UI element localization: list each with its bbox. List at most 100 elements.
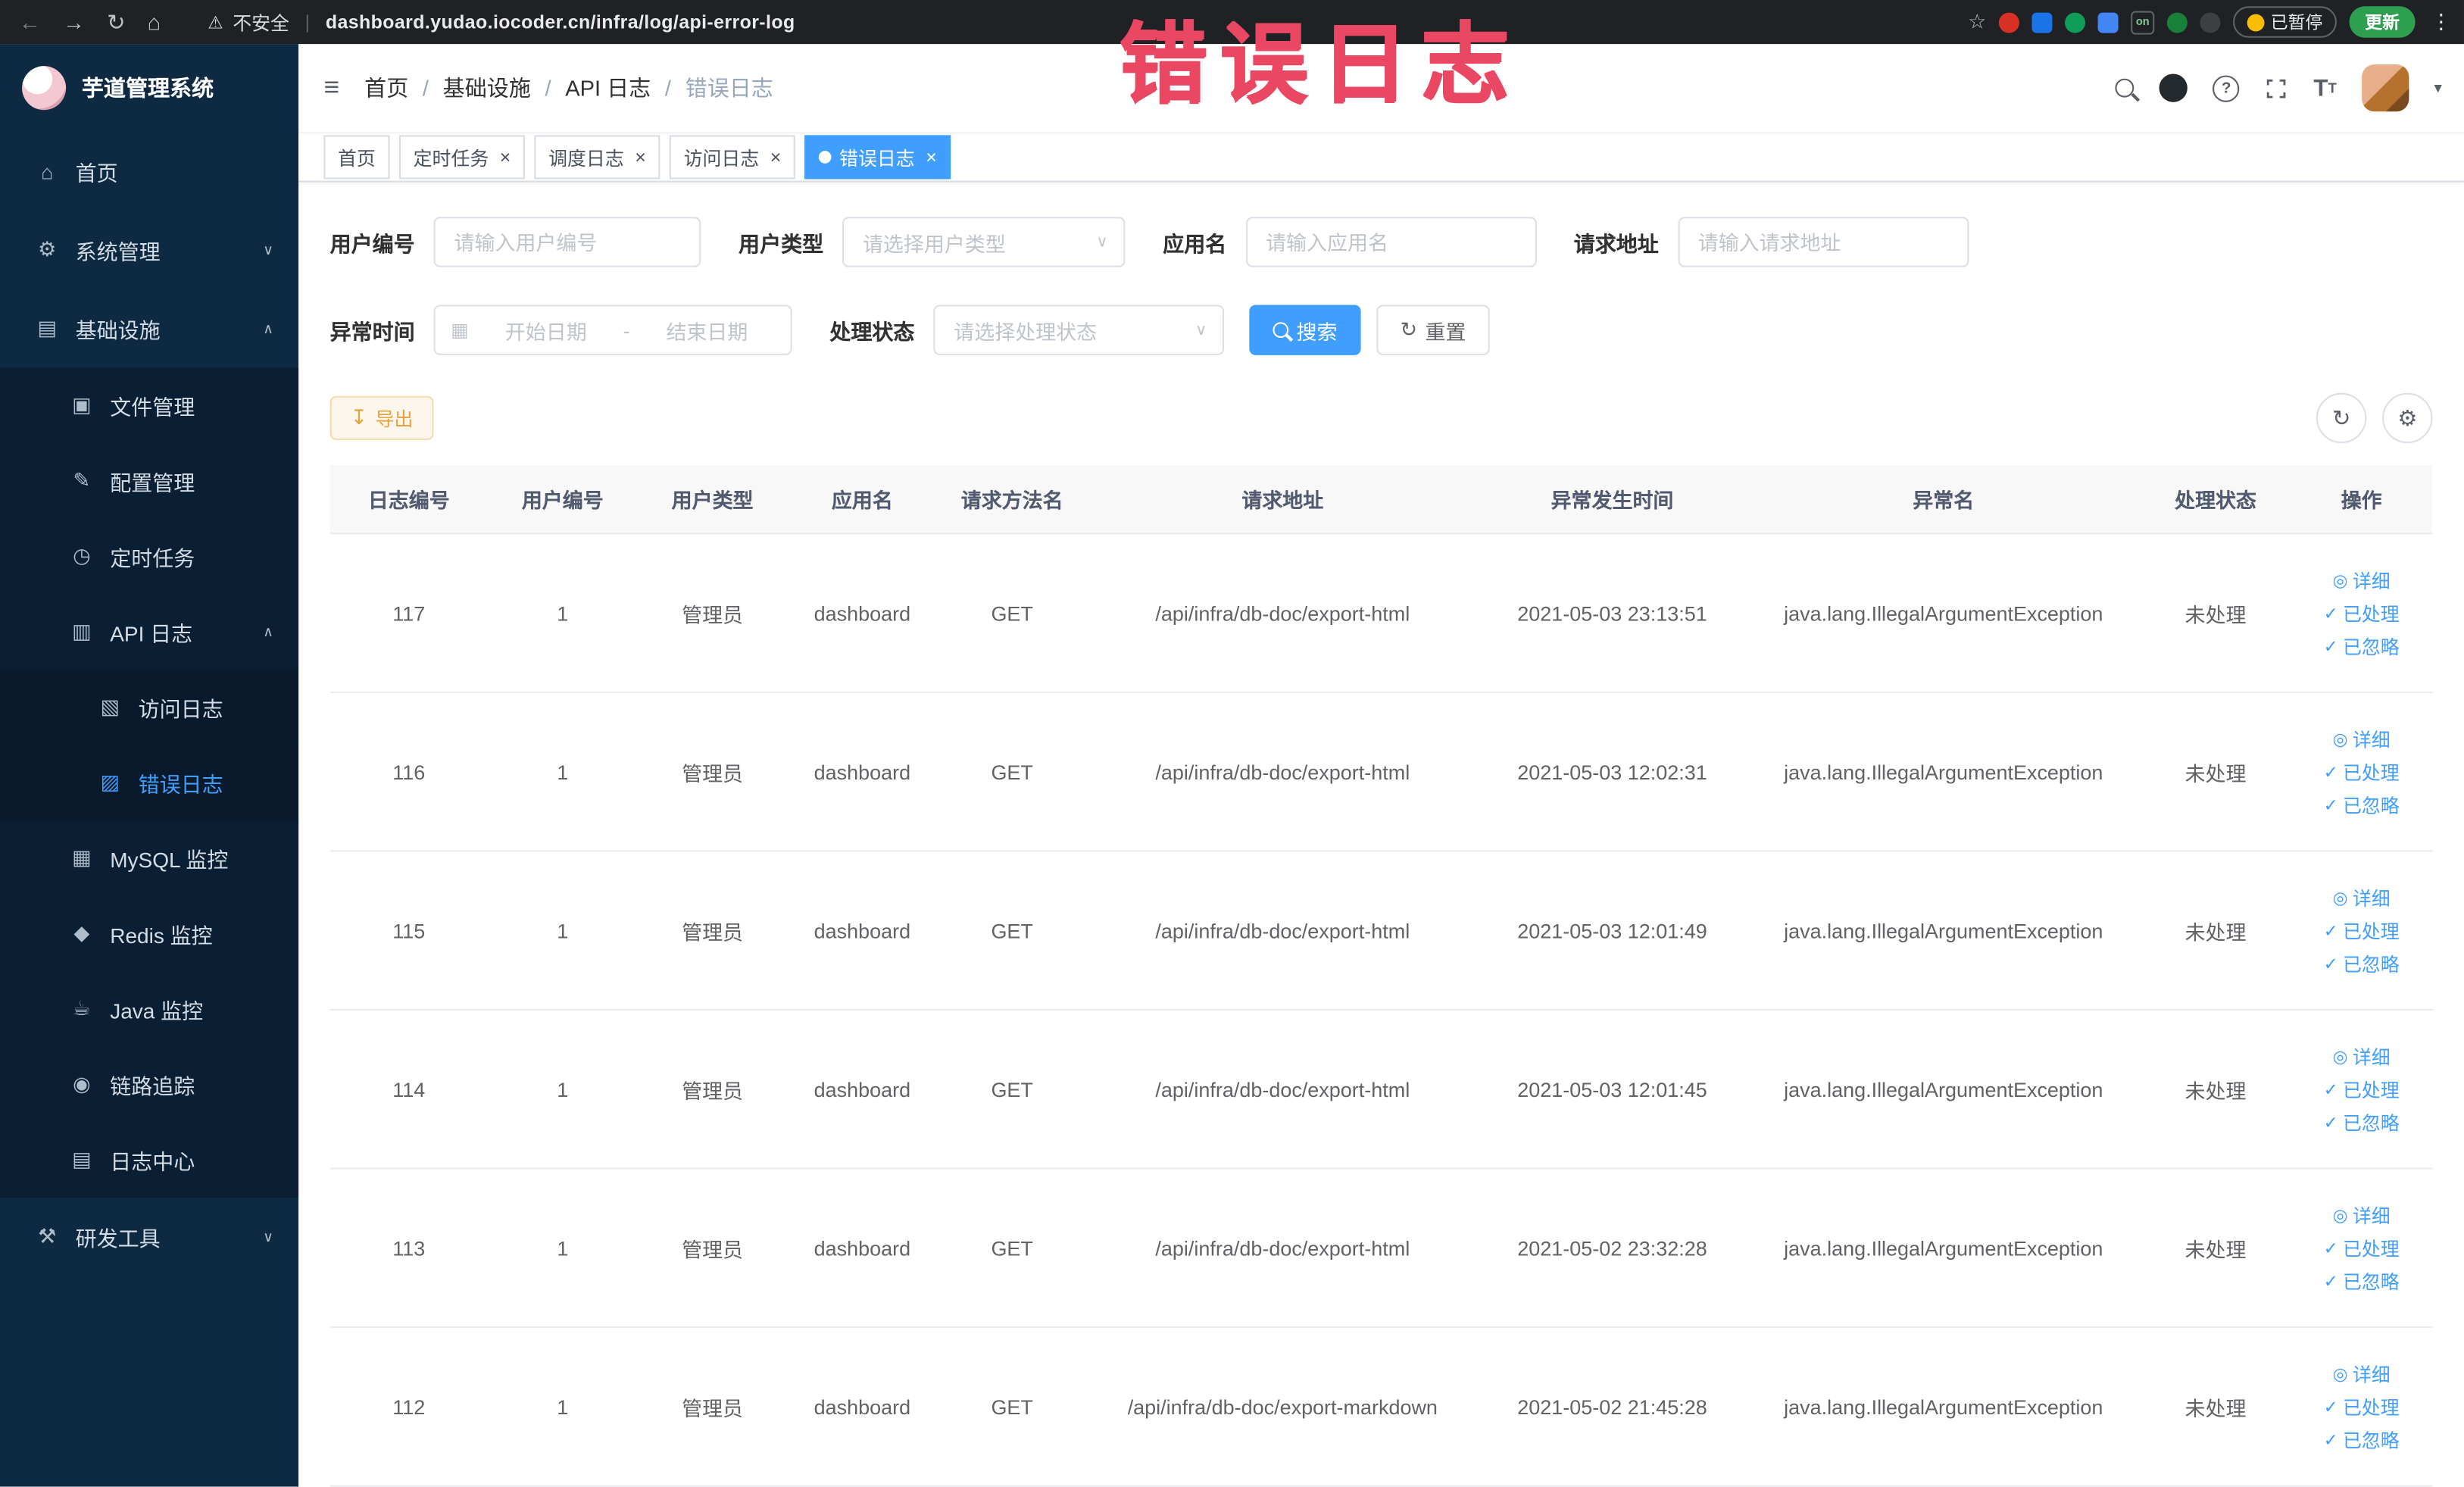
action-processed[interactable]: ✓ 已处理 (2324, 758, 2400, 785)
github-icon[interactable] (2160, 73, 2188, 102)
request-url-input[interactable] (1677, 217, 1969, 267)
action-processed[interactable]: ✓ 已处理 (2324, 1235, 2400, 1261)
user-id-input[interactable] (433, 217, 701, 267)
reload-icon[interactable]: ↻ (107, 8, 125, 35)
action-ignored[interactable]: ✓ 已忽略 (2324, 792, 2400, 818)
action-detail[interactable]: ◎ 详细 (2333, 1042, 2391, 1069)
table-row: 116 1 管理员 dashboard GET/api/infra/db-doc/exp… (329, 692, 2433, 852)
app-logo-row[interactable]: 芋道管理系统 (0, 44, 298, 132)
action-processed[interactable]: ✓ 已处理 (2324, 599, 2400, 626)
extension-icon[interactable] (2065, 11, 2085, 33)
sidebar-item-api-logs[interactable]: ▥ API 日志 ∧ (0, 594, 299, 670)
forward-icon[interactable]: → (63, 9, 85, 34)
back-icon[interactable]: ← (19, 9, 41, 34)
extension-icon[interactable] (2031, 11, 2053, 33)
extension-icon[interactable] (2166, 11, 2188, 33)
paused-badge[interactable]: 已暂停 (2233, 6, 2337, 38)
action-detail[interactable]: ◎ 详细 (2333, 725, 2391, 751)
fullscreen-icon[interactable] (2265, 77, 2288, 100)
close-icon[interactable]: × (926, 148, 937, 167)
browser-menu-icon[interactable]: ⋮ (2431, 9, 2451, 34)
chevron-down-icon[interactable]: ▾ (2434, 80, 2441, 97)
action-ignored[interactable]: ✓ 已忽略 (2324, 1267, 2400, 1294)
help-icon[interactable]: ? (2213, 74, 2240, 102)
sidebar-item-log-center[interactable]: ▤ 日志中心 (0, 1122, 299, 1198)
breadcrumb-item[interactable]: 基础设施 (443, 72, 531, 103)
refresh-table-button[interactable]: ↻ (2316, 392, 2367, 444)
app-logo (22, 66, 67, 111)
action-ignored[interactable]: ✓ 已忽略 (2324, 950, 2400, 976)
breadcrumb-item[interactable]: 首页 (364, 72, 408, 103)
action-ignored[interactable]: ✓ 已忽略 (2324, 633, 2400, 659)
date-range-picker[interactable]: ▦ 开始日期 - 结束日期 (433, 305, 792, 355)
tab-1[interactable]: 定时任务 × (398, 135, 526, 180)
user-avatar[interactable] (2362, 64, 2409, 112)
tab-4[interactable]: 错误日志 × (804, 135, 951, 180)
cell-exception-name: java.lang.IllegalArgumentException (1746, 1009, 2141, 1170)
tab-3[interactable]: 访问日志 × (669, 135, 795, 180)
export-button[interactable]: ↧ 导出 (329, 395, 434, 440)
action-processed[interactable]: ✓ 已处理 (2324, 1076, 2400, 1102)
action-processed[interactable]: ✓ 已处理 (2324, 917, 2400, 944)
sidebar-item-system-management[interactable]: ⚙ 系统管理 ∨ (0, 211, 298, 289)
search-icon[interactable] (2116, 78, 2135, 98)
reset-button[interactable]: ↻ 重置 (1376, 305, 1490, 355)
search-button[interactable]: 搜索 (1249, 305, 1361, 355)
warning-icon: ⚠ (208, 13, 223, 33)
sidebar-item-label: 基础设施 (75, 319, 161, 343)
extension-icon[interactable] (2200, 11, 2221, 33)
tab-2[interactable]: 调度日志 × (534, 135, 661, 180)
sidebar-item-infrastructure[interactable]: ▤ 基础设施 ∧ (0, 289, 298, 368)
download-icon: ↧ (350, 405, 368, 430)
close-icon[interactable]: × (770, 148, 782, 167)
hamburger-icon[interactable]: ≡ (323, 72, 339, 103)
column-header-exception-name: 异常名 (1746, 465, 2141, 535)
update-button[interactable]: 更新 (2349, 6, 2416, 38)
font-size-icon[interactable]: TT (2313, 75, 2336, 102)
sidebar-item-home[interactable]: ⌂ 首页 (0, 132, 298, 211)
cell-process-status: 未处理 (2141, 692, 2291, 852)
grid-icon: ▤ (37, 315, 57, 340)
extension-on-badge[interactable]: on (2131, 10, 2155, 34)
eye-icon: ◎ (2332, 1206, 2348, 1226)
process-status-label: 处理状态 (829, 320, 915, 345)
home-icon[interactable]: ⌂ (147, 9, 161, 34)
document-icon: ▥ (72, 619, 92, 643)
user-type-select[interactable]: 请选择用户类型 ∨ (842, 217, 1126, 267)
cell-app-name: dashboard (787, 533, 938, 693)
extension-icon[interactable] (1998, 11, 2019, 33)
bookmark-star-icon[interactable]: ☆ (1968, 9, 1986, 34)
sidebar-item-access-log[interactable]: ▧ 访问日志 (0, 669, 299, 745)
sidebar-item-file-management[interactable]: ▣ 文件管理 (0, 367, 299, 444)
action-label: 已处理 (2343, 761, 2400, 784)
action-ignored[interactable]: ✓ 已忽略 (2324, 1109, 2400, 1136)
cell-process-status: 未处理 (2141, 1326, 2291, 1487)
sidebar-item-link-tracing[interactable]: ◉ 链路追踪 (0, 1046, 299, 1123)
action-detail[interactable]: ◎ 详细 (2333, 567, 2391, 593)
column-settings-button[interactable]: ⚙ (2382, 392, 2433, 444)
sidebar-item-error-log[interactable]: ▨ 错误日志 (0, 745, 299, 820)
extension-icon[interactable] (2097, 11, 2119, 33)
address-bar[interactable]: ⚠ 不安全 | dashboard.yudao.iocoder.cn/infra… (208, 8, 795, 35)
sidebar-item-mysql-monitor[interactable]: ▦ MySQL 监控 (0, 820, 299, 896)
action-label: 已忽略 (2343, 953, 2400, 976)
cell-exception-name: java.lang.IllegalArgumentException (1746, 692, 2141, 852)
sidebar-item-scheduled-tasks[interactable]: ◷ 定时任务 (0, 518, 299, 595)
sidebar-item-config-management[interactable]: ✎ 配置管理 (0, 443, 299, 519)
action-detail[interactable]: ◎ 详细 (2333, 884, 2391, 911)
tab-0[interactable]: 首页 (323, 135, 390, 180)
app-name-input[interactable] (1245, 217, 1536, 267)
sidebar-item-redis-monitor[interactable]: ◆ Redis 监控 (0, 895, 299, 972)
close-icon[interactable]: × (635, 148, 646, 167)
app-title: 芋道管理系统 (81, 75, 214, 101)
action-detail[interactable]: ◎ 详细 (2333, 1360, 2391, 1387)
sidebar-item-java-monitor[interactable]: ☕ Java 监控 (0, 971, 299, 1047)
process-status-select[interactable]: 请选择处理状态 ∨ (933, 305, 1225, 355)
sidebar-item-dev-tools[interactable]: ⚒ 研发工具 ∨ (0, 1198, 298, 1276)
close-icon[interactable]: × (500, 148, 511, 167)
action-ignored[interactable]: ✓ 已忽略 (2324, 1426, 2400, 1453)
breadcrumb-item[interactable]: API 日志 (565, 72, 651, 103)
action-detail[interactable]: ◎ 详细 (2333, 1201, 2391, 1228)
action-processed[interactable]: ✓ 已处理 (2324, 1393, 2400, 1420)
refresh-icon: ↻ (1400, 317, 1418, 342)
